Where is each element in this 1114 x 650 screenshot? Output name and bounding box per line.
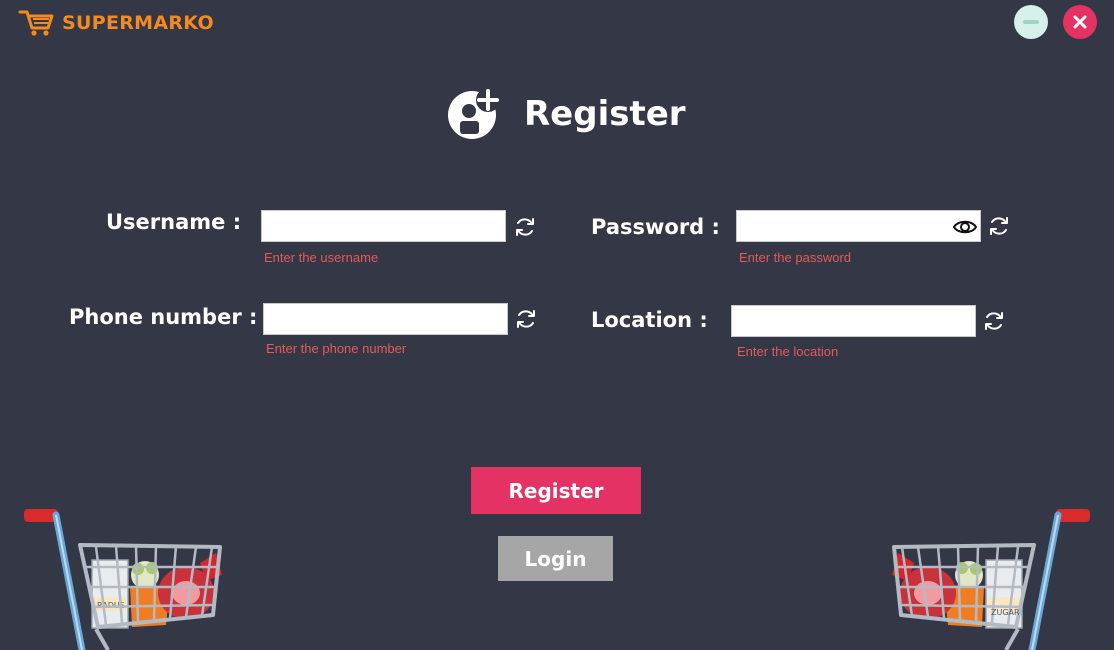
username-label: Username : (106, 210, 242, 234)
minimize-button[interactable] (1014, 5, 1048, 39)
phone-refresh-icon[interactable] (514, 307, 538, 331)
show-password-eye-icon[interactable] (952, 216, 978, 238)
close-button[interactable] (1063, 5, 1097, 39)
svg-text:ZUGAR: ZUGAR (991, 608, 1020, 617)
location-input[interactable] (731, 305, 976, 337)
location-label: Location : (591, 308, 708, 332)
register-button[interactable]: Register (471, 467, 641, 514)
phone-hint: Enter the phone number (266, 341, 407, 356)
location-refresh-icon[interactable] (982, 309, 1006, 333)
phone-label: Phone number : (69, 305, 258, 329)
location-hint: Enter the location (737, 344, 839, 359)
page-title: Register (524, 94, 686, 134)
add-user-icon (448, 88, 500, 139)
grocery-cart-illustration-right: ZUGAR (892, 509, 1090, 650)
brand-name: SUPERMARKO (62, 12, 214, 34)
shopping-cart-icon (18, 10, 54, 36)
close-icon (1073, 15, 1087, 29)
app-brand: SUPERMARKO (18, 8, 214, 38)
page-heading: Register (446, 86, 686, 142)
login-button[interactable]: Login (498, 536, 613, 581)
minimize-icon (1023, 20, 1039, 24)
password-hint: Enter the password (739, 250, 852, 265)
password-input[interactable] (736, 210, 981, 242)
grocery-cart-illustration-left: RADUS (24, 509, 222, 650)
username-hint: Enter the username (264, 250, 379, 265)
username-input[interactable] (261, 210, 506, 242)
username-refresh-icon[interactable] (513, 215, 537, 239)
password-refresh-icon[interactable] (987, 214, 1011, 238)
password-label: Password : (591, 215, 720, 239)
phone-input[interactable] (263, 303, 508, 335)
